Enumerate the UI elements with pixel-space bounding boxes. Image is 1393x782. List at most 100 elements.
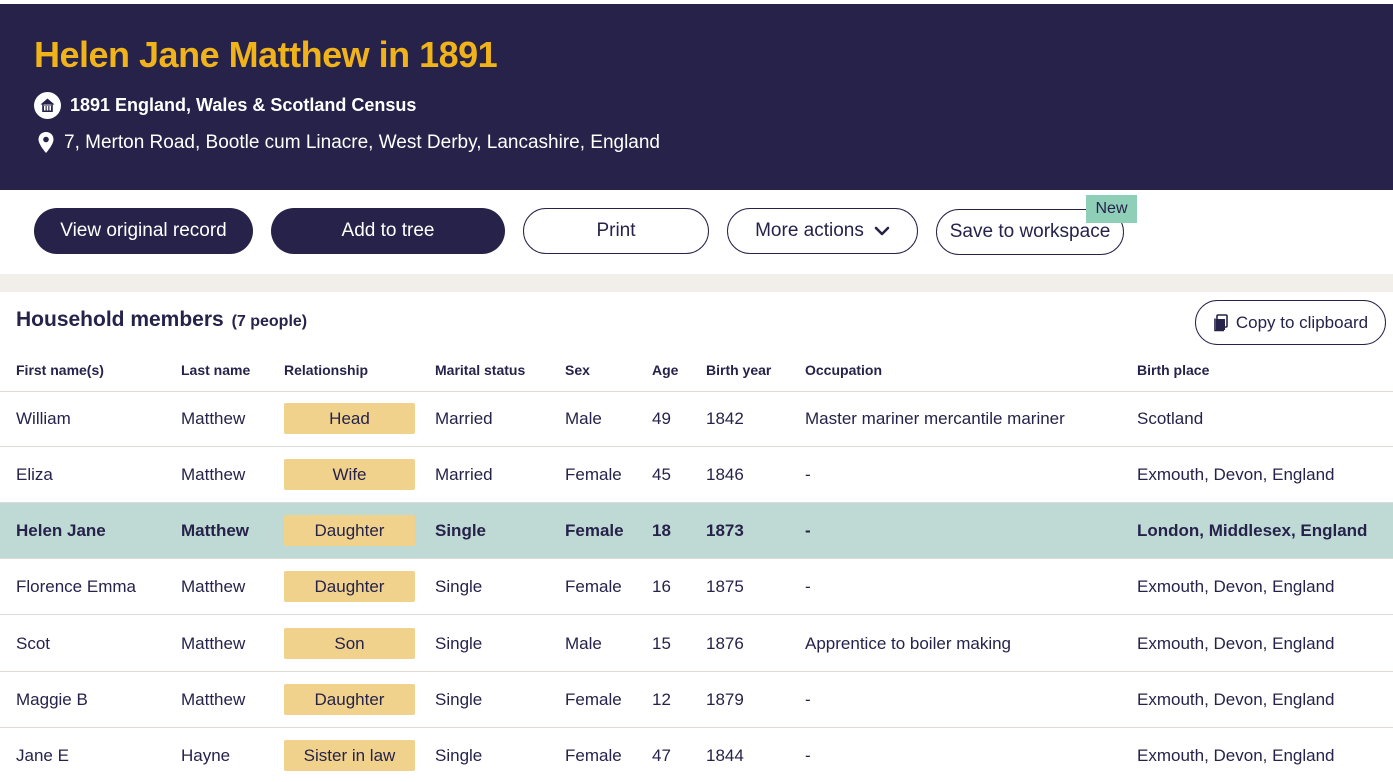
cell-age: 16 xyxy=(652,577,671,596)
cell-occupation: - xyxy=(805,521,811,540)
cell-marital-status: Single xyxy=(435,634,483,653)
cell-birth-year: 1844 xyxy=(706,746,744,765)
table-row[interactable]: Helen Jane Matthew Single Female 18 1873 - Lond… xyxy=(0,503,1393,559)
clipboard-icon xyxy=(1213,313,1229,332)
section-divider xyxy=(0,274,1393,292)
cell-sex: Female xyxy=(565,746,622,765)
cell-birth-place: London, Middlesex, England xyxy=(1137,521,1368,540)
relationship-badge: Wife xyxy=(284,459,415,490)
record-address: 7, Merton Road, Bootle cum Linacre, West… xyxy=(37,131,660,155)
table-row[interactable]: Scot Matthew Single Male 15 1876 Apprentice to… xyxy=(0,616,1393,672)
chevron-down-icon xyxy=(874,226,890,236)
cell-last-name: Matthew xyxy=(181,577,246,596)
cell-last-name: Hayne xyxy=(181,746,231,765)
household-heading: Household members (7 people) xyxy=(16,308,307,332)
census-collection: 1891 England, Wales & Scotland Census xyxy=(34,92,416,119)
cell-last-name: Matthew xyxy=(181,409,246,428)
cell-marital-status: Single xyxy=(435,577,483,596)
table-row[interactable]: Maggie B Matthew Single Female 12 1879 - Exmout… xyxy=(0,672,1393,728)
cell-birth-place: Exmouth, Devon, England xyxy=(1137,634,1335,653)
cell-sex: Male xyxy=(565,409,602,428)
cell-birth-place: Exmouth, Devon, England xyxy=(1137,465,1335,484)
cell-marital-status: Single xyxy=(435,746,483,765)
cell-birth-year: 1879 xyxy=(706,690,744,709)
column-header-sex: Sex xyxy=(565,362,590,378)
address-label: 7, Merton Road, Bootle cum Linacre, West… xyxy=(64,132,660,153)
relationship-badge: Daughter xyxy=(284,571,415,602)
view-original-record-button[interactable]: View original record xyxy=(34,208,253,254)
cell-occupation: - xyxy=(805,746,811,765)
cell-occupation: - xyxy=(805,577,811,596)
cell-marital-status: Married xyxy=(435,465,493,484)
cell-sex: Female xyxy=(565,521,624,540)
print-button[interactable]: Print xyxy=(523,208,709,254)
record-header: Helen Jane Matthew in 1891 1891 England,… xyxy=(0,4,1393,190)
cell-birth-place: Exmouth, Devon, England xyxy=(1137,690,1335,709)
cell-birth-year: 1873 xyxy=(706,521,744,540)
relationship-badge: Head xyxy=(284,403,415,434)
table-row[interactable]: Jane E Hayne Single Female 47 1844 - Exmouth, D… xyxy=(0,728,1393,782)
cell-first-name: Jane E xyxy=(16,746,69,765)
page-title: Helen Jane Matthew in 1891 xyxy=(34,34,498,75)
cell-sex: Female xyxy=(565,465,622,484)
cell-first-name: Eliza xyxy=(16,465,53,484)
column-header-birth-year: Birth year xyxy=(706,362,772,378)
cell-birth-year: 1875 xyxy=(706,577,744,596)
cell-last-name: Matthew xyxy=(181,690,246,709)
column-header-last-name: Last name xyxy=(181,362,251,378)
cell-last-name: Matthew xyxy=(181,634,246,653)
cell-age: 47 xyxy=(652,746,671,765)
column-header-occupation: Occupation xyxy=(805,362,883,378)
new-badge: New xyxy=(1086,195,1137,223)
cell-birth-place: Scotland xyxy=(1137,409,1204,428)
census-label: 1891 England, Wales & Scotland Census xyxy=(70,95,417,115)
column-header-relationship: Relationship xyxy=(284,362,369,378)
cell-occupation: - xyxy=(805,690,811,709)
table-row[interactable]: William Matthew Married Male 49 1842 Master ma… xyxy=(0,391,1393,447)
cell-first-name: William xyxy=(16,409,71,428)
cell-sex: Male xyxy=(565,634,602,653)
cell-marital-status: Single xyxy=(435,690,483,709)
relationship-badge: Daughter xyxy=(284,515,415,546)
cell-occupation: Master mariner mercantile mariner xyxy=(805,409,1065,428)
cell-last-name: Matthew xyxy=(181,465,246,484)
cell-sex: Female xyxy=(565,690,622,709)
cell-birth-place: Exmouth, Devon, England xyxy=(1137,577,1335,596)
cell-age: 45 xyxy=(652,465,671,484)
column-header-birth-place: Birth place xyxy=(1137,362,1210,378)
cell-birth-year: 1846 xyxy=(706,465,744,484)
cell-age: 18 xyxy=(652,521,671,540)
table-row[interactable]: Florence Emma Matthew Single Female 16 1875 - E… xyxy=(0,559,1393,615)
cell-sex: Female xyxy=(565,577,622,596)
cell-last-name: Matthew xyxy=(181,521,249,540)
more-actions-label: More actions xyxy=(755,220,864,241)
cell-marital-status: Single xyxy=(435,521,487,540)
relationship-badge: Daughter xyxy=(284,684,415,715)
cell-age: 12 xyxy=(652,690,671,709)
copy-label: Copy to clipboard xyxy=(1235,312,1369,332)
cell-birth-year: 1876 xyxy=(706,634,744,653)
add-to-tree-button[interactable]: Add to tree xyxy=(271,208,505,254)
cell-birth-year: 1842 xyxy=(706,409,744,428)
cell-occupation: - xyxy=(805,465,811,484)
table-row[interactable]: Eliza Matthew Married Female 45 1846 - Exmouth,… xyxy=(0,447,1393,503)
column-header-marital-status: Marital status xyxy=(435,362,526,378)
relationship-badge: Son xyxy=(284,628,415,659)
census-home-icon xyxy=(34,92,61,119)
cell-first-name: Maggie B xyxy=(16,690,88,709)
cell-first-name: Helen Jane xyxy=(16,521,106,540)
cell-birth-place: Exmouth, Devon, England xyxy=(1137,746,1335,765)
cell-age: 15 xyxy=(652,634,671,653)
cell-age: 49 xyxy=(652,409,671,428)
household-title: Household members xyxy=(16,308,224,331)
relationship-badge: Sister in law xyxy=(284,740,415,771)
column-header-first-name: First name(s) xyxy=(16,362,104,378)
cell-first-name: Florence Emma xyxy=(16,577,136,596)
household-count: (7 people) xyxy=(231,313,308,330)
cell-occupation: Apprentice to boiler making xyxy=(805,634,1012,653)
cell-marital-status: Married xyxy=(435,409,493,428)
more-actions-button[interactable]: More actions xyxy=(727,208,918,254)
column-header-age: Age xyxy=(652,362,679,378)
cell-first-name: Scot xyxy=(16,634,51,653)
copy-to-clipboard-button[interactable]: Copy to clipboard xyxy=(1195,300,1386,345)
